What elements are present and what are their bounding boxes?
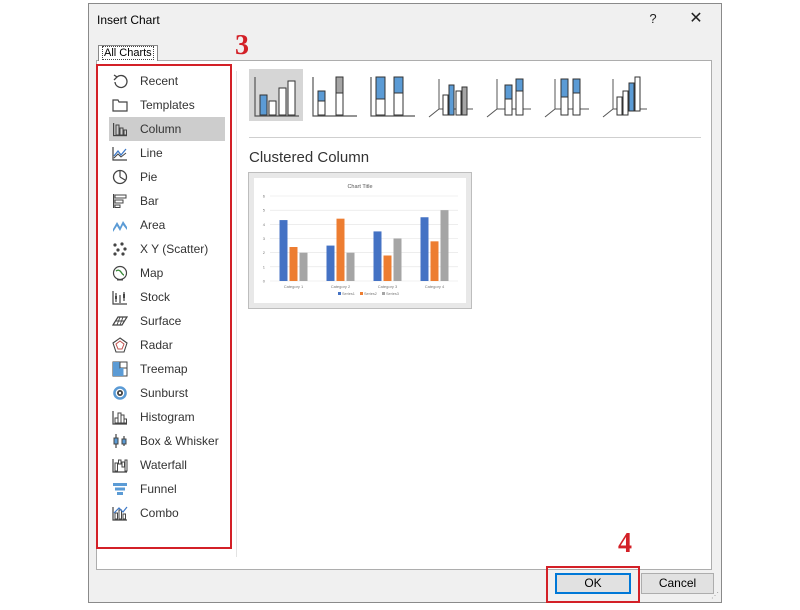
close-button[interactable]: ✕ xyxy=(687,10,705,28)
preview-y-tick: 3 xyxy=(263,236,266,241)
preview-x-tick: Category 3 xyxy=(378,284,398,289)
preview-legend-label: Series1 xyxy=(342,292,355,296)
stacked-column-icon[interactable] xyxy=(307,69,361,121)
preview-bar xyxy=(336,218,345,281)
clustered-column-icon[interactable] xyxy=(249,69,303,121)
preview-x-tick: Category 4 xyxy=(425,284,445,289)
annotation-box-chart-list xyxy=(96,64,232,549)
3d-column-icon[interactable] xyxy=(597,69,651,121)
preview-bar xyxy=(279,220,288,281)
3d-clustered-column-icon[interactable] xyxy=(423,69,477,121)
chart-preview-canvas: Chart Title 0 1 2 3 4 5 6 Category 1 Category 2 Ca… xyxy=(254,178,466,303)
3d-100-stacked-column-icon[interactable] xyxy=(539,69,593,121)
tab-all-charts[interactable]: All Charts xyxy=(98,45,158,61)
preview-legend-swatch xyxy=(360,292,363,295)
annotation-box-ok xyxy=(546,566,640,603)
preview-y-tick: 1 xyxy=(263,264,266,269)
preview-legend-swatch xyxy=(382,292,385,295)
preview-x-tick: Category 1 xyxy=(284,284,304,289)
preview-y-tick: 5 xyxy=(263,208,266,213)
preview-bar xyxy=(326,245,335,281)
cancel-button[interactable]: Cancel xyxy=(641,573,714,594)
preview-bar xyxy=(420,217,429,281)
preview-y-tick: 6 xyxy=(263,194,266,199)
preview-chart: Chart Title 0 1 2 3 4 5 6 Category 1 Category 2 Ca… xyxy=(263,184,458,296)
selected-subtype-name: Clustered Column xyxy=(249,149,370,166)
chart-subtype-gallery xyxy=(249,69,709,135)
preview-y-tick: 2 xyxy=(263,250,266,255)
help-button[interactable]: ? xyxy=(645,11,661,27)
annotation-number-4: 4 xyxy=(618,528,632,559)
tab-all-charts-label: All Charts xyxy=(102,46,154,60)
preview-bar xyxy=(299,252,308,281)
preview-legend-label: Series3 xyxy=(386,292,399,296)
preview-chart-title: Chart Title xyxy=(347,184,372,190)
subtype-divider xyxy=(249,137,701,138)
3d-stacked-column-icon[interactable] xyxy=(481,69,535,121)
100-stacked-column-icon[interactable] xyxy=(365,69,419,121)
annotation-number-3: 3 xyxy=(235,30,249,61)
dialog-title: Insert Chart xyxy=(97,13,160,27)
list-divider xyxy=(236,71,237,557)
preview-legend-swatch xyxy=(338,292,341,295)
preview-bar xyxy=(393,238,402,281)
preview-y-tick: 0 xyxy=(263,279,266,284)
preview-bar xyxy=(440,210,449,281)
preview-x-tick: Category 2 xyxy=(331,284,351,289)
preview-bar xyxy=(346,252,355,281)
preview-bar xyxy=(430,241,439,281)
preview-bar xyxy=(289,247,298,281)
preview-bar xyxy=(373,231,382,281)
resize-grip-icon[interactable]: ⋰ xyxy=(711,591,719,600)
preview-bar xyxy=(383,255,392,281)
preview-y-tick: 4 xyxy=(263,222,266,227)
chart-preview[interactable]: Chart Title 0 1 2 3 4 5 6 Category 1 Category 2 Ca… xyxy=(248,172,472,309)
preview-legend-label: Series2 xyxy=(364,292,377,296)
